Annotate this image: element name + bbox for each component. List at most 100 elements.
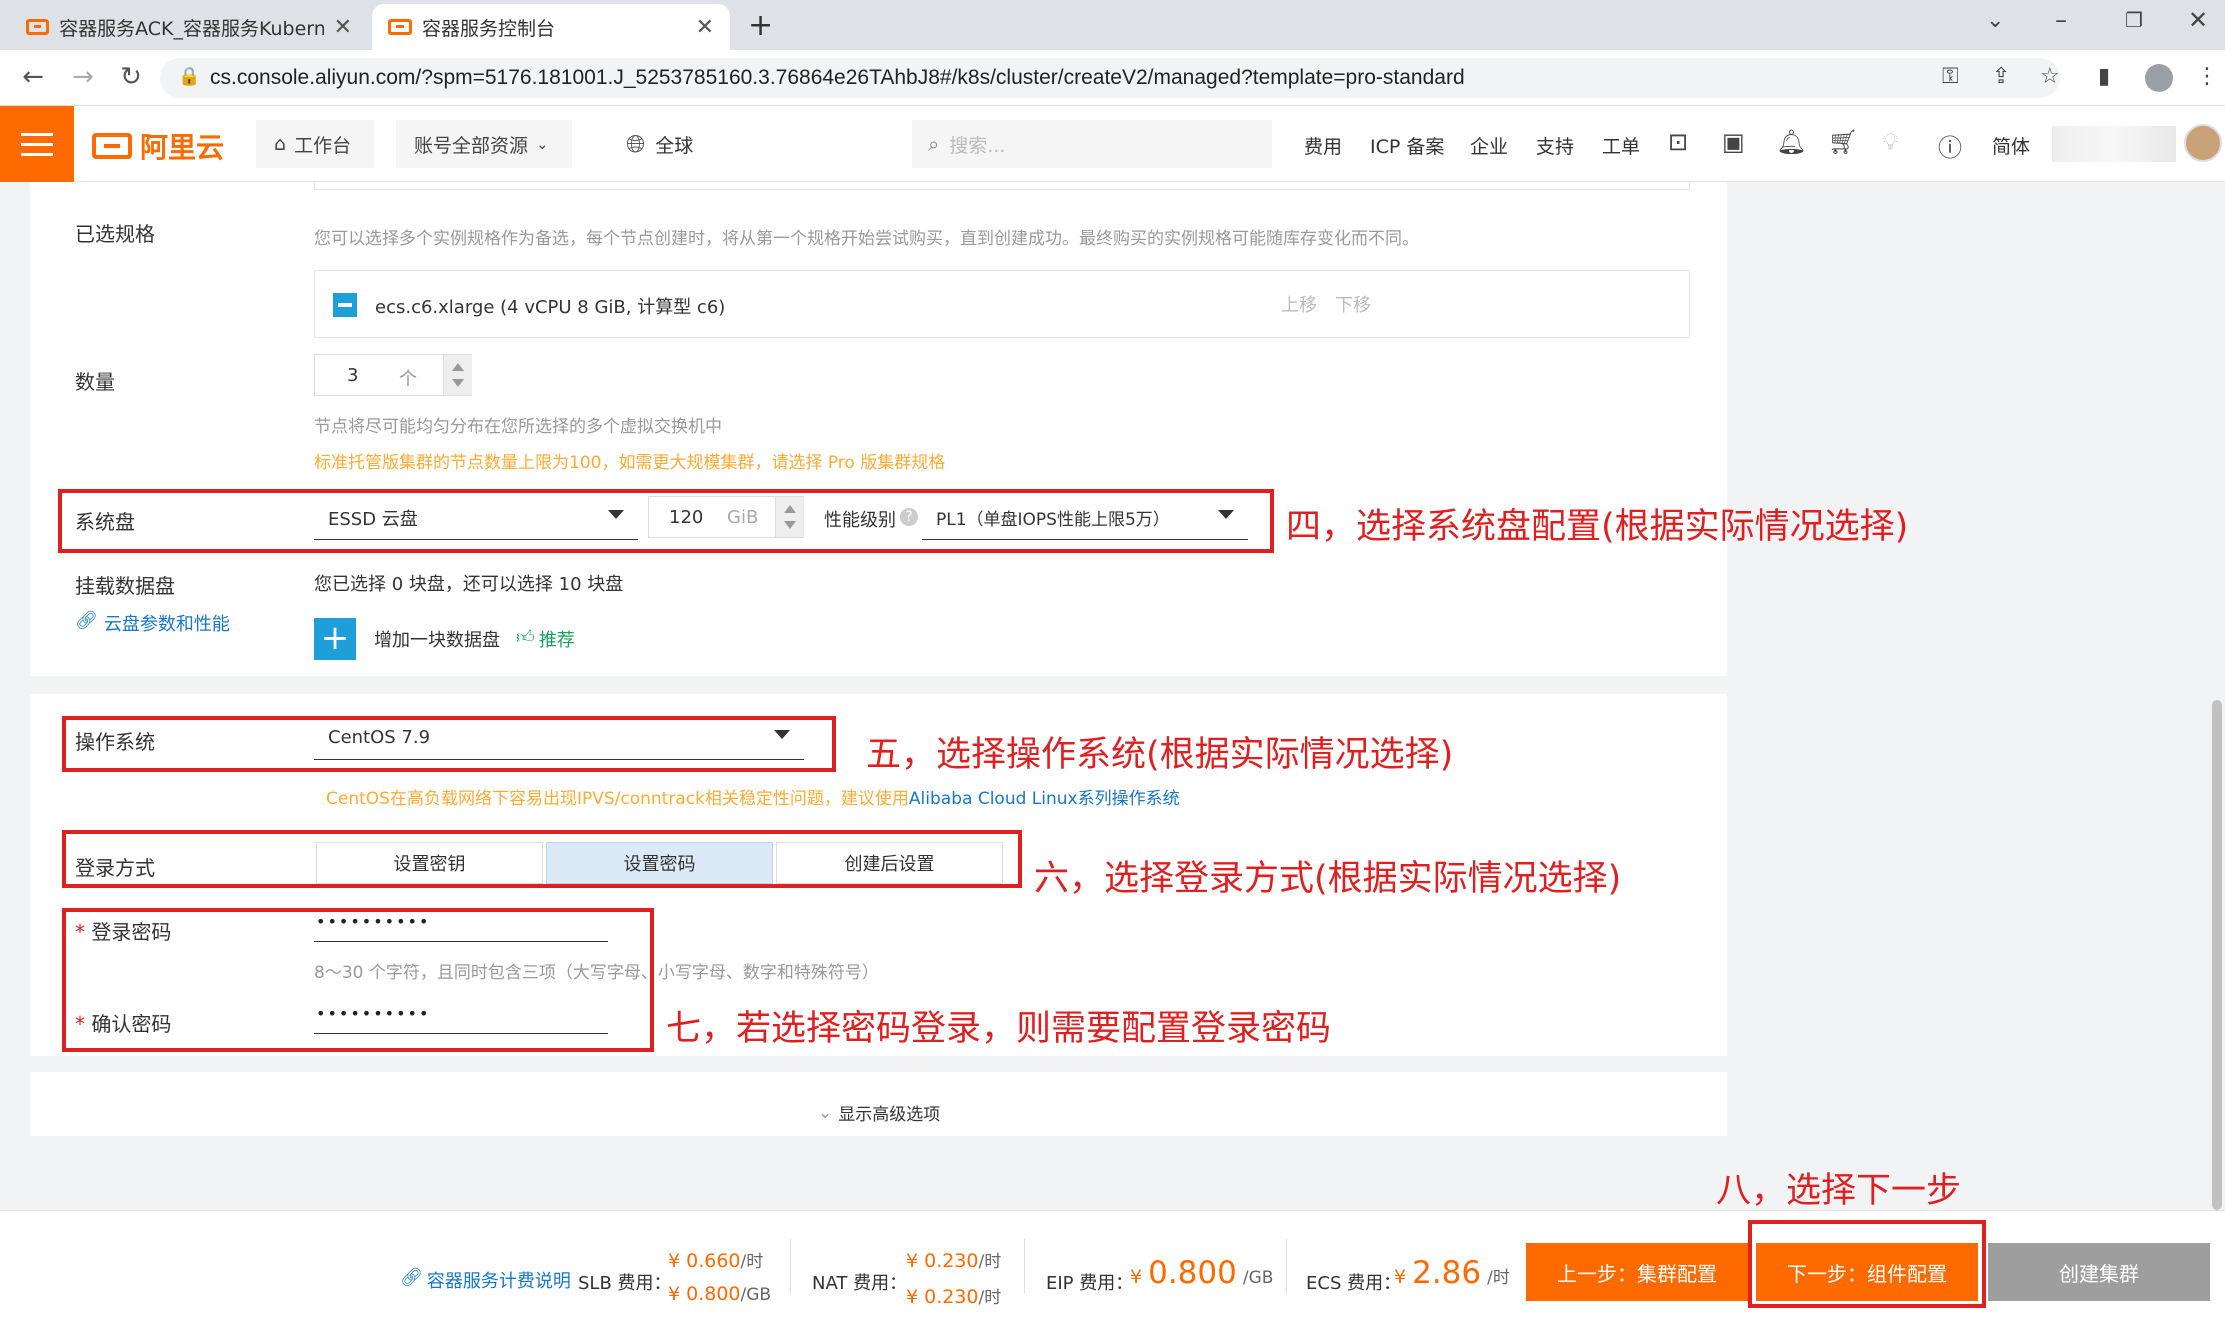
selected-spec-list: ecs.c6.xlarge (4 vCPU 8 GiB, 计算型 c6) 上移 … — [314, 270, 1690, 338]
side-panel-icon[interactable]: ▮ — [2098, 64, 2110, 89]
new-tab-icon[interactable]: + — [748, 8, 773, 43]
ecs-currency: ¥ — [1394, 1266, 1407, 1288]
bookmark-star-icon[interactable]: ☆ — [2040, 64, 2060, 89]
prev-step-button[interactable]: 上一步：集群配置 — [1526, 1243, 1748, 1301]
advanced-options-text: 显示高级选项 — [838, 1105, 941, 1125]
share-icon[interactable]: ⇪ — [1992, 64, 2010, 89]
close-tab-icon[interactable]: ✕ — [696, 15, 714, 40]
nav-link-enterprise[interactable]: 企业 — [1470, 132, 1508, 159]
nav-link-ticket[interactable]: 工单 — [1602, 132, 1640, 159]
profile-icon[interactable] — [2145, 64, 2173, 92]
browser-tab-ack[interactable]: 容器服务ACK_容器服务Kuberne ✕ — [10, 4, 368, 50]
nat-fee-value: ¥ 0.230 — [906, 1250, 979, 1272]
back-icon[interactable]: ← — [16, 62, 50, 92]
url-input[interactable]: 🔒 cs.console.aliyun.com/?spm=5176.181001… — [160, 58, 2060, 98]
recommend-text: 推荐 — [538, 630, 575, 651]
slb-fee-hourly: ¥ 0.660/时 — [668, 1247, 763, 1272]
terminal-icon[interactable]: ▣ — [1722, 128, 1745, 156]
spec-table-bottom — [314, 182, 1690, 190]
search-placeholder: 搜索... — [949, 134, 1006, 157]
browser-tab-console[interactable]: 容器服务控制台 ✕ — [372, 4, 730, 50]
alinux-link[interactable]: Alibaba Cloud Linux系列操作系统 — [909, 789, 1180, 809]
selected-spec-label: 已选规格 — [75, 222, 155, 246]
help-icon[interactable]: ⓘ — [1938, 128, 1962, 163]
resources-dropdown[interactable]: 账号全部资源 ⌄ — [396, 120, 572, 168]
stepper-arrows[interactable] — [443, 355, 472, 395]
divider — [1286, 1239, 1287, 1293]
key-icon[interactable]: ⚿ — [1942, 64, 1959, 89]
ecs-fee-value: 2.86 — [1412, 1255, 1482, 1291]
slb-traffic-value: ¥ 0.800 — [668, 1283, 741, 1305]
region-label: 全球 — [655, 134, 694, 157]
account-name[interactable] — [2052, 126, 2176, 162]
eip-fee: ¥ 0.800 /GB — [1130, 1255, 1273, 1291]
slb-traffic-unit: /GB — [740, 1285, 772, 1305]
aliyun-logo[interactable]: 阿里云 — [92, 126, 224, 166]
close-tab-icon[interactable]: ✕ — [334, 15, 352, 40]
add-data-disk-button[interactable]: 增加一块数据盘 — [374, 626, 500, 652]
nav-link-icp[interactable]: ICP 备案 — [1370, 132, 1444, 159]
nat-cu-value: ¥ 0.230 — [906, 1286, 979, 1308]
nat-fee-label: NAT 费用： — [812, 1273, 908, 1294]
nav-link-billing[interactable]: 费用 — [1304, 132, 1342, 159]
app-icon[interactable]: ⊡ — [1668, 128, 1688, 156]
bell-icon[interactable]: 🔔︎ — [1776, 128, 1806, 156]
reload-icon[interactable]: ↻ — [114, 62, 148, 92]
page-scrollbar-thumb[interactable] — [2212, 700, 2222, 1210]
aliyun-tab-icon — [388, 19, 412, 35]
cart-icon[interactable]: 🛒︎ — [1828, 128, 1858, 156]
billing-info-link[interactable]: 🔗︎ 容器服务计费说明 — [400, 1267, 571, 1293]
spec-item: ecs.c6.xlarge (4 vCPU 8 GiB, 计算型 c6) — [375, 297, 726, 318]
nat-fee-cu: ¥ 0.230/时 — [906, 1283, 1001, 1308]
workbench-label: 工作台 — [294, 134, 352, 157]
chevron-down-icon: ⌄ — [818, 1102, 833, 1123]
more-menu-icon[interactable]: ⋮ — [2196, 64, 2218, 89]
disk-performance-link-text: 云盘参数和性能 — [103, 614, 230, 635]
nat-fee-unit: /时 — [978, 1252, 1002, 1272]
ecs-fee: ¥ 2.86 /时 — [1394, 1255, 1510, 1291]
disk-performance-link[interactable]: 🔗︎ 云盘参数和性能 — [75, 610, 230, 636]
quantity-label: 数量 — [75, 370, 115, 394]
forward-icon[interactable]: → — [66, 62, 100, 92]
ecs-fee-label: ECS 费用： — [1306, 1273, 1402, 1294]
annotation-step-4: 四，选择系统盘配置(根据实际情况选择) — [1286, 507, 1909, 547]
data-disk-hint: 您已选择 0 块盘，还可以选择 10 块盘 — [314, 574, 624, 595]
advanced-options-toggle[interactable]: ⌄ 显示高级选项 — [818, 1100, 941, 1126]
nav-link-support[interactable]: 支持 — [1536, 132, 1574, 159]
language-switch[interactable]: 简体 — [1992, 132, 2030, 159]
user-avatar[interactable] — [2184, 124, 2222, 162]
region-selector[interactable]: 🌐︎ 全球 — [626, 130, 693, 158]
tab-list-icon[interactable]: ⌄ — [1986, 8, 2004, 33]
next-step-highlight-box — [1748, 1220, 1986, 1308]
slb-fee-traffic: ¥ 0.800/GB — [668, 1283, 771, 1305]
nat-fee-hourly: ¥ 0.230/时 — [906, 1247, 1001, 1272]
chevron-down-icon: ⌄ — [536, 135, 549, 153]
password-highlight-box — [62, 908, 654, 1052]
slb-fee-label: SLB 费用： — [578, 1273, 672, 1294]
lightbulb-icon[interactable]: 💡︎ — [1882, 128, 1899, 156]
data-disk-label: 挂载数据盘 — [75, 574, 175, 598]
close-window-icon[interactable]: ✕ — [2188, 6, 2208, 34]
restore-icon[interactable]: ❐ — [2125, 8, 2143, 32]
quantity-unit: 个 — [399, 369, 417, 390]
slb-fee-unit: /时 — [740, 1252, 764, 1272]
aliyun-logo-mark — [92, 133, 132, 159]
minimize-icon[interactable]: – — [2055, 6, 2067, 34]
eip-currency: ¥ — [1130, 1266, 1143, 1288]
move-down-button[interactable]: 下移 — [1335, 291, 1371, 317]
add-disk-icon[interactable]: + — [314, 618, 356, 660]
aliyun-tab-icon — [26, 19, 50, 35]
hamburger-menu-icon[interactable] — [0, 106, 74, 182]
workbench-button[interactable]: ⌂ 工作台 — [256, 120, 374, 168]
globe-icon: 🌐︎ — [626, 130, 646, 158]
system-disk-highlight-box — [58, 489, 1274, 553]
remove-spec-icon[interactable] — [333, 293, 357, 317]
url-text: cs.console.aliyun.com/?spm=5176.181001.J… — [210, 66, 1465, 89]
move-up-button[interactable]: 上移 — [1281, 291, 1317, 317]
search-input[interactable]: ⌕ 搜索... — [912, 120, 1272, 168]
quantity-stepper[interactable]: 3 个 — [314, 354, 472, 396]
create-cluster-button[interactable]: 创建集群 — [1988, 1243, 2210, 1301]
logo-text: 阿里云 — [140, 131, 225, 164]
billing-info-link-text: 容器服务计费说明 — [426, 1271, 571, 1292]
home-icon: ⌂ — [274, 133, 287, 155]
